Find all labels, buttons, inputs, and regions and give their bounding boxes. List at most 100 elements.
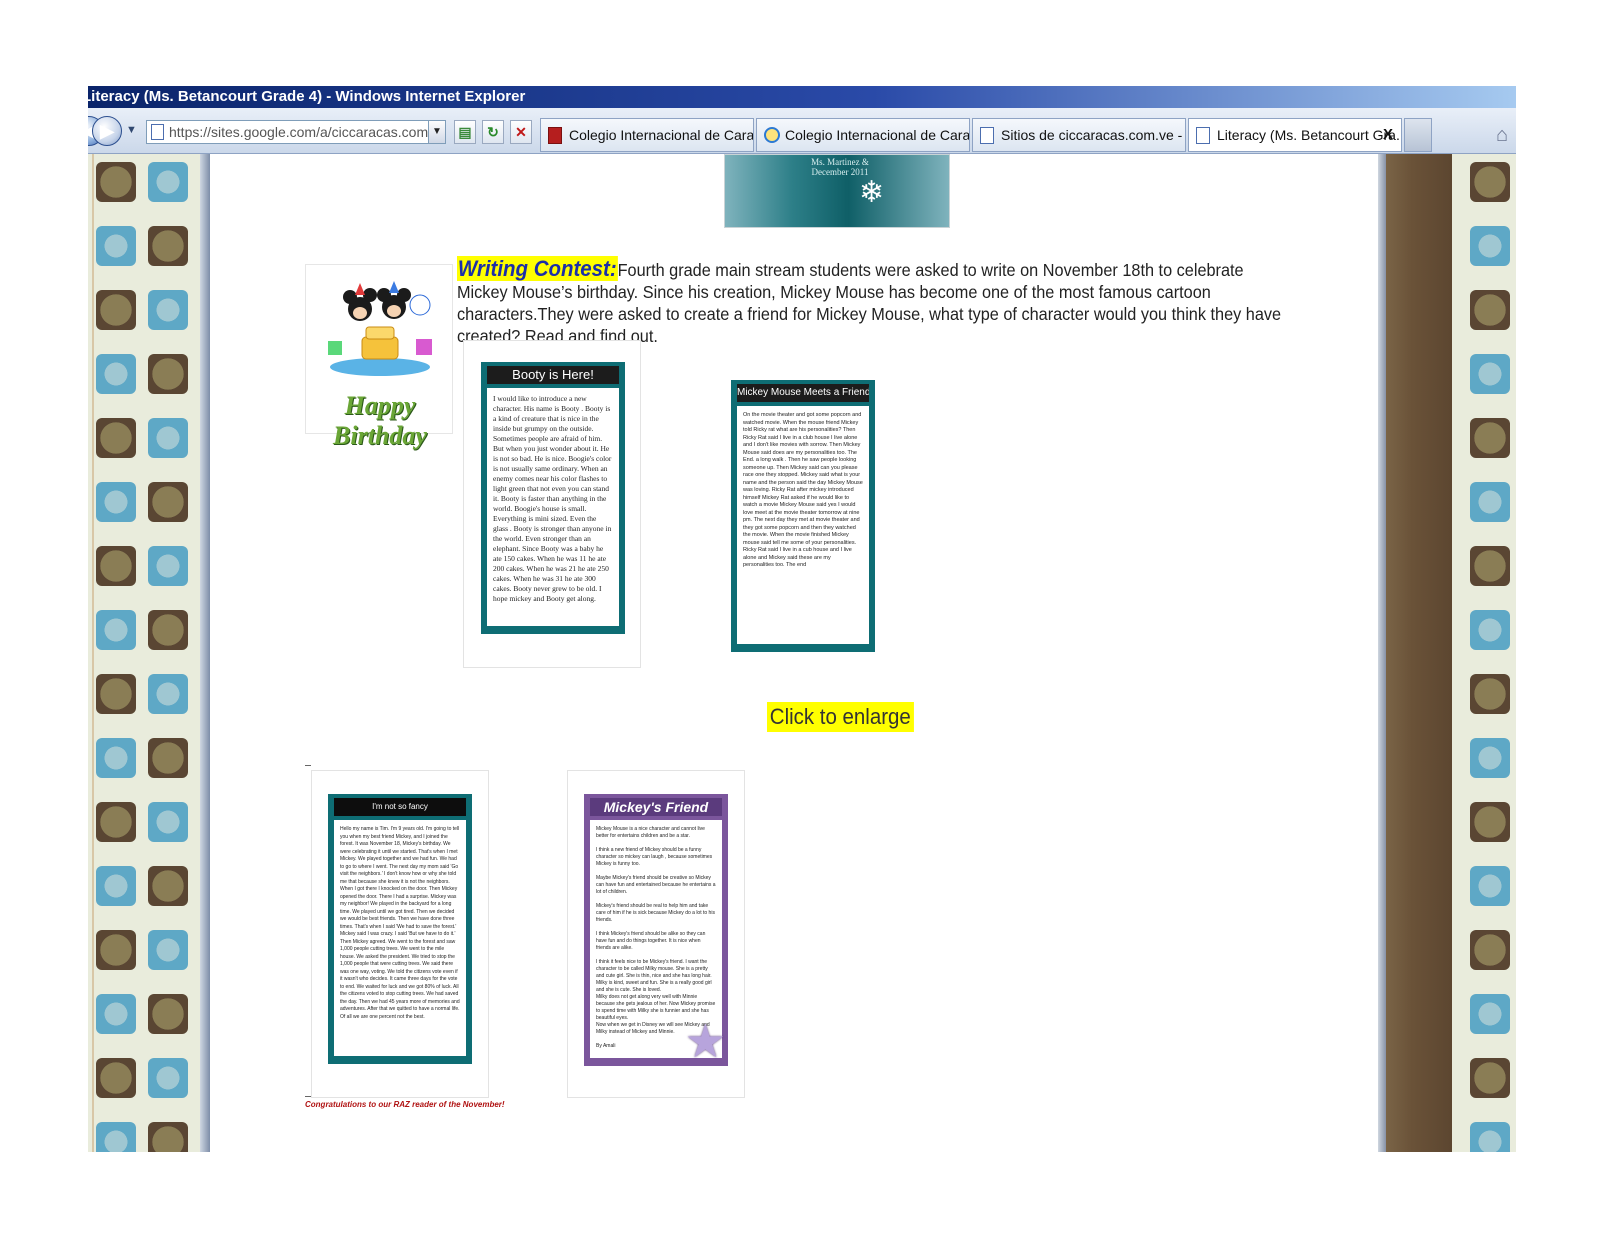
pattern-tile	[148, 1058, 188, 1098]
pattern-tile	[1470, 546, 1510, 586]
page-icon	[151, 124, 164, 140]
web-page: Ms. Martinez & December 2011 ❄ Happy Bir…	[88, 154, 1516, 1152]
card-title: Mickey Mouse Meets a Friend	[737, 384, 869, 402]
main-content: Ms. Martinez & December 2011 ❄ Happy Bir…	[210, 154, 1378, 1152]
card-title: Booty is Here!	[487, 366, 619, 384]
happy-birthday-image[interactable]: Happy Birthday	[305, 264, 453, 450]
history-dropdown-icon[interactable]: ▼	[126, 124, 137, 136]
address-dropdown-button[interactable]: ▼	[428, 120, 446, 144]
pattern-tile	[96, 162, 136, 202]
divider-mark	[305, 765, 311, 766]
tab-literacy[interactable]: Literacy (Ms. Betancourt Gra... X	[1188, 118, 1402, 152]
card-title: Mickey's Friend	[590, 798, 722, 816]
home-icon[interactable]: ⌂	[1496, 124, 1508, 147]
pattern-tile	[1470, 1058, 1510, 1098]
pattern-tile	[96, 418, 136, 458]
pattern-tile	[96, 674, 136, 714]
pattern-tile	[148, 418, 188, 458]
banner-text: Ms. Martinez & December 2011	[811, 157, 869, 177]
pattern-tile	[148, 546, 188, 586]
tab-sitios[interactable]: Sitios de ciccaracas.com.ve - Go...	[972, 118, 1186, 152]
refresh-icon[interactable]: ↻	[482, 120, 504, 144]
pattern-tile	[1470, 738, 1510, 778]
window-title-bar: Literacy (Ms. Betancourt Grade 4) - Wind…	[88, 86, 1516, 108]
story-card-booty[interactable]: Booty is Here! I would like to introduce…	[481, 362, 625, 634]
right-wood-panel	[1386, 154, 1452, 1152]
pattern-tile	[96, 610, 136, 650]
tab-label: Colegio Internacional de Caracas	[569, 127, 754, 143]
pattern-tile	[1470, 162, 1510, 202]
pattern-tile	[96, 354, 136, 394]
pattern-tile	[148, 290, 188, 330]
stop-icon[interactable]: ✕	[510, 120, 532, 144]
browser-window: Literacy (Ms. Betancourt Grade 4) - Wind…	[88, 86, 1516, 1152]
pattern-tile	[96, 1122, 136, 1152]
pattern-tile	[96, 930, 136, 970]
click-to-enlarge-label: Click to enlarge	[767, 702, 914, 732]
pattern-tile	[148, 610, 188, 650]
pattern-tile	[148, 1122, 188, 1152]
pattern-tile	[148, 738, 188, 778]
snowflake-icon: ❄	[859, 176, 885, 209]
pattern-tile	[148, 354, 188, 394]
page-icon	[1196, 127, 1210, 144]
pattern-tile	[148, 226, 188, 266]
pattern-tile	[1470, 930, 1510, 970]
pattern-tile	[148, 482, 188, 522]
pattern-tile	[1470, 994, 1510, 1034]
pattern-tile	[148, 994, 188, 1034]
story-card-mickeys-friend[interactable]: Mickey's Friend Mickey Mouse is a nice c…	[584, 794, 728, 1066]
pattern-tile	[96, 738, 136, 778]
pattern-tile	[148, 930, 188, 970]
page-icon	[980, 127, 994, 144]
pattern-tile	[1470, 610, 1510, 650]
card-body: On the movie theater and got some popcor…	[737, 406, 869, 644]
close-tab-icon[interactable]: X	[1383, 119, 1393, 151]
pattern-tile	[96, 866, 136, 906]
new-tab-button[interactable]	[1404, 118, 1432, 152]
pattern-tile	[96, 1058, 136, 1098]
right-decorative-pattern	[1452, 154, 1516, 1152]
card-title: I'm not so fancy	[334, 798, 466, 816]
tab-colegio-1[interactable]: Colegio Internacional de Caracas	[540, 118, 754, 152]
mickey-birthday-illustration	[328, 281, 432, 376]
address-bar[interactable]: https://sites.google.com/a/ciccaracas.co…	[146, 120, 446, 144]
pattern-tile	[96, 994, 136, 1034]
tab-label: Colegio Internacional de Caraca...	[785, 127, 970, 143]
card-body: I would like to introduce a new characte…	[487, 388, 619, 626]
pattern-tile	[96, 802, 136, 842]
pattern-tile	[1470, 290, 1510, 330]
pattern-tile	[148, 162, 188, 202]
card-body: Hello my name is Tim. I'm 9 years old. I…	[334, 820, 466, 1056]
tab-label: Sitios de ciccaracas.com.ve - Go...	[1001, 127, 1185, 143]
pattern-tile	[1470, 418, 1510, 458]
forward-button[interactable]: ▶	[92, 116, 122, 146]
pattern-tile	[1470, 1122, 1510, 1152]
pattern-tile	[148, 674, 188, 714]
pattern-tile	[1470, 482, 1510, 522]
story-card-mickey-meets-friend[interactable]: Mickey Mouse Meets a Friend On the movie…	[731, 380, 875, 652]
compatibility-view-icon[interactable]: ▤	[454, 120, 476, 144]
window-title: Literacy (Ms. Betancourt Grade 4) - Wind…	[88, 88, 526, 105]
star-icon: ★	[684, 1015, 726, 1067]
pattern-tile	[96, 290, 136, 330]
right-border-strip	[1378, 154, 1386, 1152]
congratulations-text: Congratulations to our RAZ reader of the…	[305, 1100, 505, 1109]
tab-label: Literacy (Ms. Betancourt Gra...	[1217, 127, 1402, 143]
story-card-tim[interactable]: I'm not so fancy Hello my name is Tim. I…	[328, 794, 472, 1064]
pattern-tile	[1470, 354, 1510, 394]
pattern-tile	[96, 546, 136, 586]
pattern-tile	[148, 802, 188, 842]
writing-contest-label: Writing Contest:	[457, 256, 618, 281]
header-banner-image[interactable]: Ms. Martinez & December 2011 ❄	[724, 154, 950, 228]
address-text: https://sites.google.com/a/ciccaracas.co…	[169, 124, 446, 140]
pattern-tile	[1470, 674, 1510, 714]
pattern-tile	[1470, 866, 1510, 906]
red-page-icon	[548, 127, 562, 144]
pattern-tile	[1470, 226, 1510, 266]
pattern-tile	[1470, 802, 1510, 842]
tab-colegio-2[interactable]: Colegio Internacional de Caraca...	[756, 118, 970, 152]
pattern-tile	[148, 866, 188, 906]
intro-paragraph: Writing Contest:Fourth grade main stream…	[457, 256, 1285, 347]
pattern-tile	[96, 482, 136, 522]
